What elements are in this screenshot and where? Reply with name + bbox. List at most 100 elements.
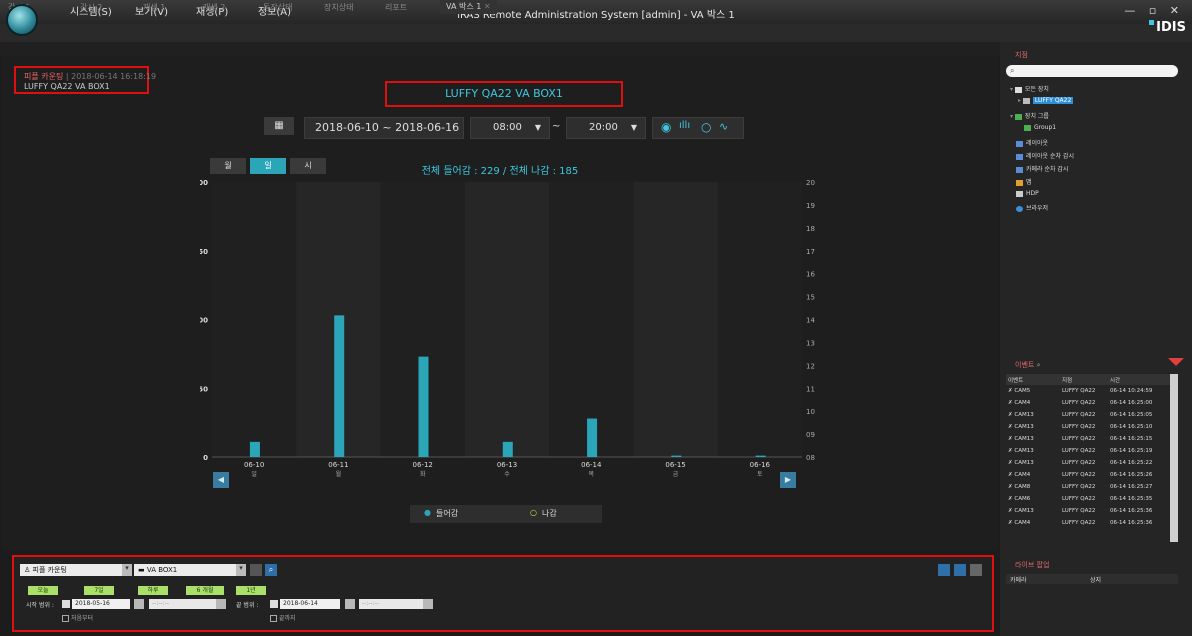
tree-layout-sequence[interactable]: 레이아웃 순차 감시 xyxy=(1016,151,1074,160)
tab-monitor-2[interactable]: 감시 2 xyxy=(80,2,102,13)
search-icon[interactable]: ⌕ xyxy=(1037,361,1041,369)
app-logo-icon[interactable] xyxy=(6,4,38,36)
y2-tick-label: 17 xyxy=(806,248,815,256)
print-icon[interactable] xyxy=(970,564,982,576)
start-range-label: 시작 범위 : xyxy=(26,602,54,609)
calendar-icon[interactable] xyxy=(270,600,278,608)
calendar-button[interactable]: ▦ xyxy=(264,117,294,135)
legend-in-dot-icon: ● xyxy=(424,508,431,517)
fit-icon[interactable] xyxy=(938,564,950,576)
device-icon: ▬ xyxy=(138,566,145,574)
list-button[interactable] xyxy=(250,564,262,576)
collapse-icon[interactable] xyxy=(1168,358,1184,366)
start-date-spinner[interactable] xyxy=(134,599,144,609)
tree-layout-sequence-label: 레이아웃 순차 감시 xyxy=(1026,153,1074,160)
end-date-field[interactable]: 2018-06-14 xyxy=(280,599,340,609)
event-panel-title: 이벤트 ⌕ xyxy=(1015,360,1040,370)
event-row[interactable]: ✗ CAM8 LUFFY QA22 06-14 16:25:27 xyxy=(1006,482,1172,493)
tree-group1[interactable]: Group1 xyxy=(1024,124,1056,131)
line-chart-icon[interactable]: ∿ xyxy=(719,120,728,133)
end-time-spinner[interactable] xyxy=(423,599,433,609)
event-cell: LUFFY QA22 xyxy=(1062,412,1096,418)
tab-va-box-1[interactable]: VA 박스 1 ✕ xyxy=(440,0,497,14)
search-panel: ♙ 피플 카운팅 ▾ ▬ VA BOX1 ▾ ⌕ 오늘 7일 하루 6 개월 1… xyxy=(12,555,994,632)
event-row[interactable]: ✗ CAM13 LUFFY QA22 06-14 16:25:19 xyxy=(1006,446,1172,457)
live-popup-title: 라이브 팝업 xyxy=(1015,561,1050,569)
bar-in xyxy=(418,356,429,457)
event-row[interactable]: ✗ CAM4 LUFFY QA22 06-14 16:25:26 xyxy=(1006,470,1172,481)
end-date-spinner[interactable] xyxy=(345,599,355,609)
x-tick-label: 06-15 xyxy=(665,461,685,469)
end-time-select[interactable]: 20:00 ▼ xyxy=(566,117,646,139)
tree-all-devices[interactable]: ▾ 모든 장치 xyxy=(1010,84,1049,93)
start-time-select[interactable]: 08:00 ▼ xyxy=(470,117,550,139)
event-row[interactable]: ✗ CAM5 LUFFY QA22 06-14 10:24:59 xyxy=(1006,386,1172,397)
site-search-input[interactable]: ⌕ xyxy=(1006,65,1178,77)
chevron-down-icon[interactable]: ▾ xyxy=(122,564,132,576)
event-cell: LUFFY QA22 xyxy=(1062,388,1096,394)
tree-device-group[interactable]: ▾ 장치 그룹 xyxy=(1010,111,1049,120)
x-tick-label: 06-14 xyxy=(581,461,602,469)
tree-camera-sequence[interactable]: 카메라 순차 감시 xyxy=(1016,164,1068,173)
event-scrollbar[interactable] xyxy=(1170,374,1178,542)
event-row[interactable]: ✗ CAM13 LUFFY QA22 06-14 16:25:15 xyxy=(1006,434,1172,445)
tab-status[interactable]: 동작상태 xyxy=(263,2,292,13)
module-select[interactable]: ♙ 피플 카운팅 xyxy=(20,564,130,576)
event-row[interactable]: ✗ CAM13 LUFFY QA22 06-14 16:25:05 xyxy=(1006,410,1172,421)
event-cell: 06-14 16:25:15 xyxy=(1110,436,1153,442)
from-beginning-label: 처음부터 xyxy=(71,615,94,622)
start-time-spinner[interactable] xyxy=(216,599,226,609)
calendar-icon[interactable] xyxy=(62,600,70,608)
start-date-field[interactable]: 2018-05-16 xyxy=(72,599,130,609)
to-end-checkbox[interactable]: 끝까지 xyxy=(270,613,296,622)
radio-line-icon[interactable]: ○ xyxy=(701,120,711,134)
weekday-label: 금 xyxy=(673,471,679,478)
chevron-down-icon: ▼ xyxy=(534,123,541,132)
event-row[interactable]: ✗ CAM13 LUFFY QA22 06-14 16:25:22 xyxy=(1006,458,1172,469)
tab-device-status[interactable]: 장치상태 xyxy=(324,2,353,13)
tab-playback-1[interactable]: 재생 1 xyxy=(143,2,165,13)
bar-chart-icon[interactable]: ıllı xyxy=(679,120,690,131)
event-row[interactable]: ✗ CAM4 LUFFY QA22 06-14 16:25:36 xyxy=(1006,518,1172,529)
y-tick-label: 200 xyxy=(200,179,208,187)
date-range-display[interactable]: 2018-06-10 ~ 2018-06-16 xyxy=(304,117,464,139)
tab-playback-2[interactable]: 재생 2 xyxy=(203,2,225,13)
tree-device-luffy[interactable]: ▸ LUFFY QA22 xyxy=(1018,97,1074,104)
event-row[interactable]: ✗ CAM13 LUFFY QA22 06-14 16:25:10 xyxy=(1006,422,1172,433)
chevron-down-icon[interactable]: ▾ xyxy=(236,564,246,576)
end-time-field[interactable]: --:--:-- xyxy=(359,599,423,609)
weekday-label: 화 xyxy=(420,471,426,478)
quick-6months[interactable]: 6 개월 xyxy=(186,586,224,595)
tree-browser[interactable]: 브라우저 xyxy=(1016,203,1048,212)
radio-bar-selected-icon[interactable]: ◉ xyxy=(661,120,671,134)
event-cell: 06-14 16:25:10 xyxy=(1110,424,1153,430)
event-row[interactable]: ✗ CAM6 LUFFY QA22 06-14 16:25:35 xyxy=(1006,494,1172,505)
device-select[interactable]: ▬ VA BOX1 xyxy=(134,564,244,576)
x-tick-label: 06-13 xyxy=(497,461,517,469)
camera-sequence-icon xyxy=(1016,166,1023,173)
event-row[interactable]: ✗ CAM13 LUFFY QA22 06-14 16:25:36 xyxy=(1006,506,1172,517)
quick-7days[interactable]: 7일 xyxy=(84,586,114,595)
from-beginning-checkbox[interactable]: 처음부터 xyxy=(62,613,93,622)
window-controls[interactable]: — ▫ ✕ xyxy=(1124,4,1184,17)
search-button[interactable]: ⌕ xyxy=(265,564,277,576)
quick-today[interactable]: 오늘 xyxy=(28,586,58,595)
event-table-header[interactable]: 이벤트 지점 시간 xyxy=(1006,374,1172,385)
tree-layout[interactable]: 레이아웃 xyxy=(1016,138,1048,147)
tree-map[interactable]: 맵 xyxy=(1016,177,1032,186)
event-row[interactable]: ✗ CAM4 LUFFY QA22 06-14 16:25:00 xyxy=(1006,398,1172,409)
event-cell: 06-14 16:25:00 xyxy=(1110,400,1153,406)
event-cell: 06-14 16:25:26 xyxy=(1110,472,1153,478)
save-icon[interactable] xyxy=(954,564,966,576)
quick-1day[interactable]: 하루 xyxy=(138,586,168,595)
live-col-status: 상지 xyxy=(1090,577,1102,584)
y2-tick-label: 18 xyxy=(806,225,815,233)
tab-report[interactable]: 리포트 xyxy=(385,2,407,13)
event-cell: 06-14 16:25:05 xyxy=(1110,412,1153,418)
tree-hdp[interactable]: HDP xyxy=(1016,190,1039,197)
next-period-button[interactable]: ▶ xyxy=(780,472,796,488)
prev-period-button[interactable]: ◀ xyxy=(213,472,229,488)
close-icon[interactable]: ✕ xyxy=(484,2,491,11)
start-time-field[interactable]: --:--:-- xyxy=(149,599,217,609)
quick-1year[interactable]: 1년 xyxy=(236,586,266,595)
